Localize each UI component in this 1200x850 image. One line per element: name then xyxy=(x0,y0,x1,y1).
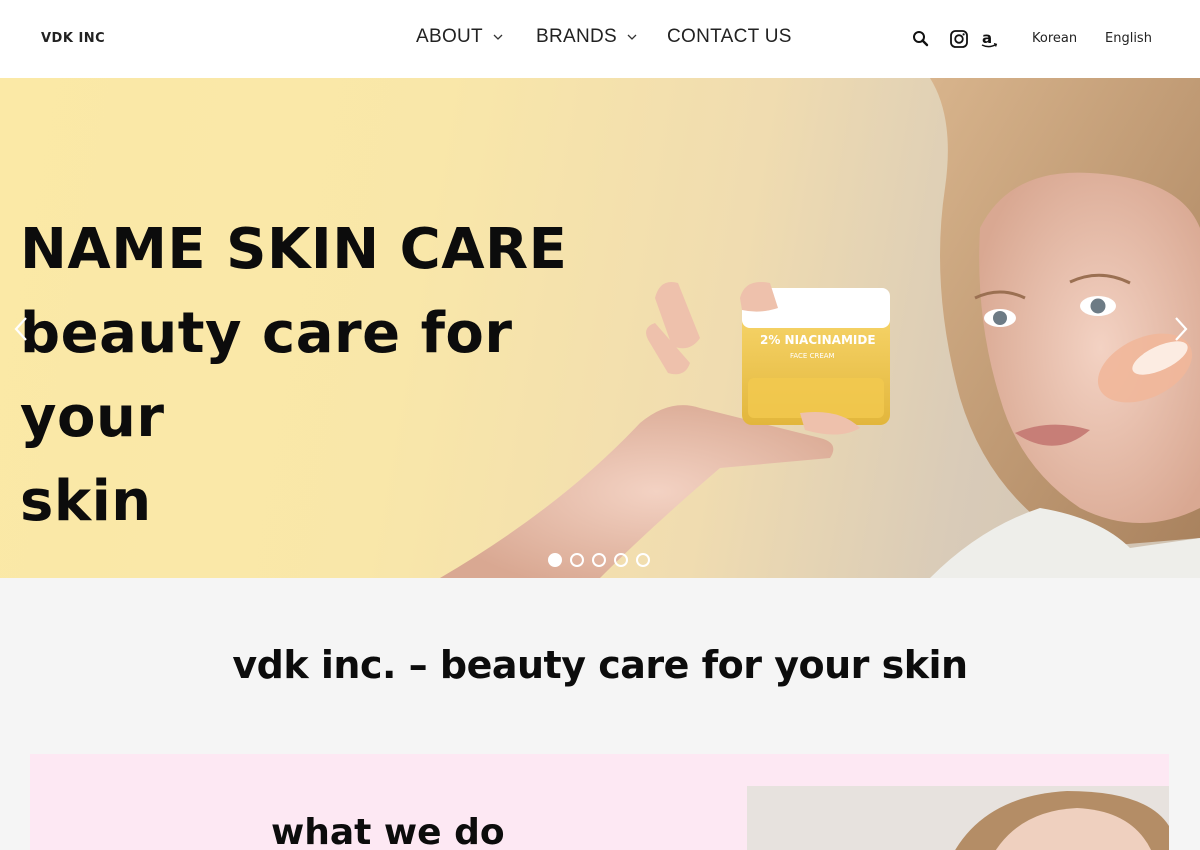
hero-title-line-3: skin xyxy=(20,469,152,534)
company-tagline: vdk inc. – beauty care for your skin xyxy=(232,643,968,687)
nav-item-brands[interactable]: BRANDS xyxy=(536,26,638,48)
product-sublabel: FACE CREAM xyxy=(790,352,835,360)
site-header: VDK INC ABOUT BRANDS CONTACT US a Korean… xyxy=(0,0,1200,78)
nav-label-contact-us[interactable]: CONTACT US xyxy=(667,26,792,48)
svg-text:a: a xyxy=(982,29,992,47)
instagram-icon[interactable] xyxy=(949,29,969,49)
amazon-icon[interactable]: a xyxy=(979,29,999,49)
slider-pagination xyxy=(548,553,650,567)
slider-dot-3[interactable] xyxy=(592,553,606,567)
slider-dot-1[interactable] xyxy=(548,553,562,567)
slider-dot-4[interactable] xyxy=(614,553,628,567)
what-we-do-heading: what we do xyxy=(271,812,505,850)
nav-label-brands[interactable]: BRANDS xyxy=(536,26,617,48)
nav-item-contact-us[interactable]: CONTACT US xyxy=(667,26,792,48)
hero-slider: 2% NIACINAMIDE FACE CREAM NAME SKIN CARE… xyxy=(0,78,1200,578)
slider-prev-arrow-icon[interactable] xyxy=(10,314,34,344)
nav-item-about[interactable]: ABOUT xyxy=(416,26,504,48)
portrait-image xyxy=(747,786,1169,850)
chevron-down-icon xyxy=(627,34,637,40)
slider-dot-5[interactable] xyxy=(636,553,650,567)
site-logo[interactable]: VDK INC xyxy=(41,31,105,46)
nav-label-about[interactable]: ABOUT xyxy=(416,26,483,48)
hero-title-line-1: NAME SKIN CARE xyxy=(20,217,568,282)
slider-dot-2[interactable] xyxy=(570,553,584,567)
what-we-do-image xyxy=(747,786,1169,850)
product-label: 2% NIACINAMIDE xyxy=(760,333,876,347)
lang-korean[interactable]: Korean xyxy=(1032,31,1077,46)
hero-title-line-2: beauty care for your xyxy=(20,301,513,450)
search-icon[interactable] xyxy=(911,29,931,49)
slider-next-arrow-icon[interactable] xyxy=(1168,314,1192,344)
chevron-down-icon xyxy=(493,34,503,40)
hero-title: NAME SKIN CARE beauty care for your skin xyxy=(20,208,660,544)
lang-english[interactable]: English xyxy=(1105,31,1152,46)
